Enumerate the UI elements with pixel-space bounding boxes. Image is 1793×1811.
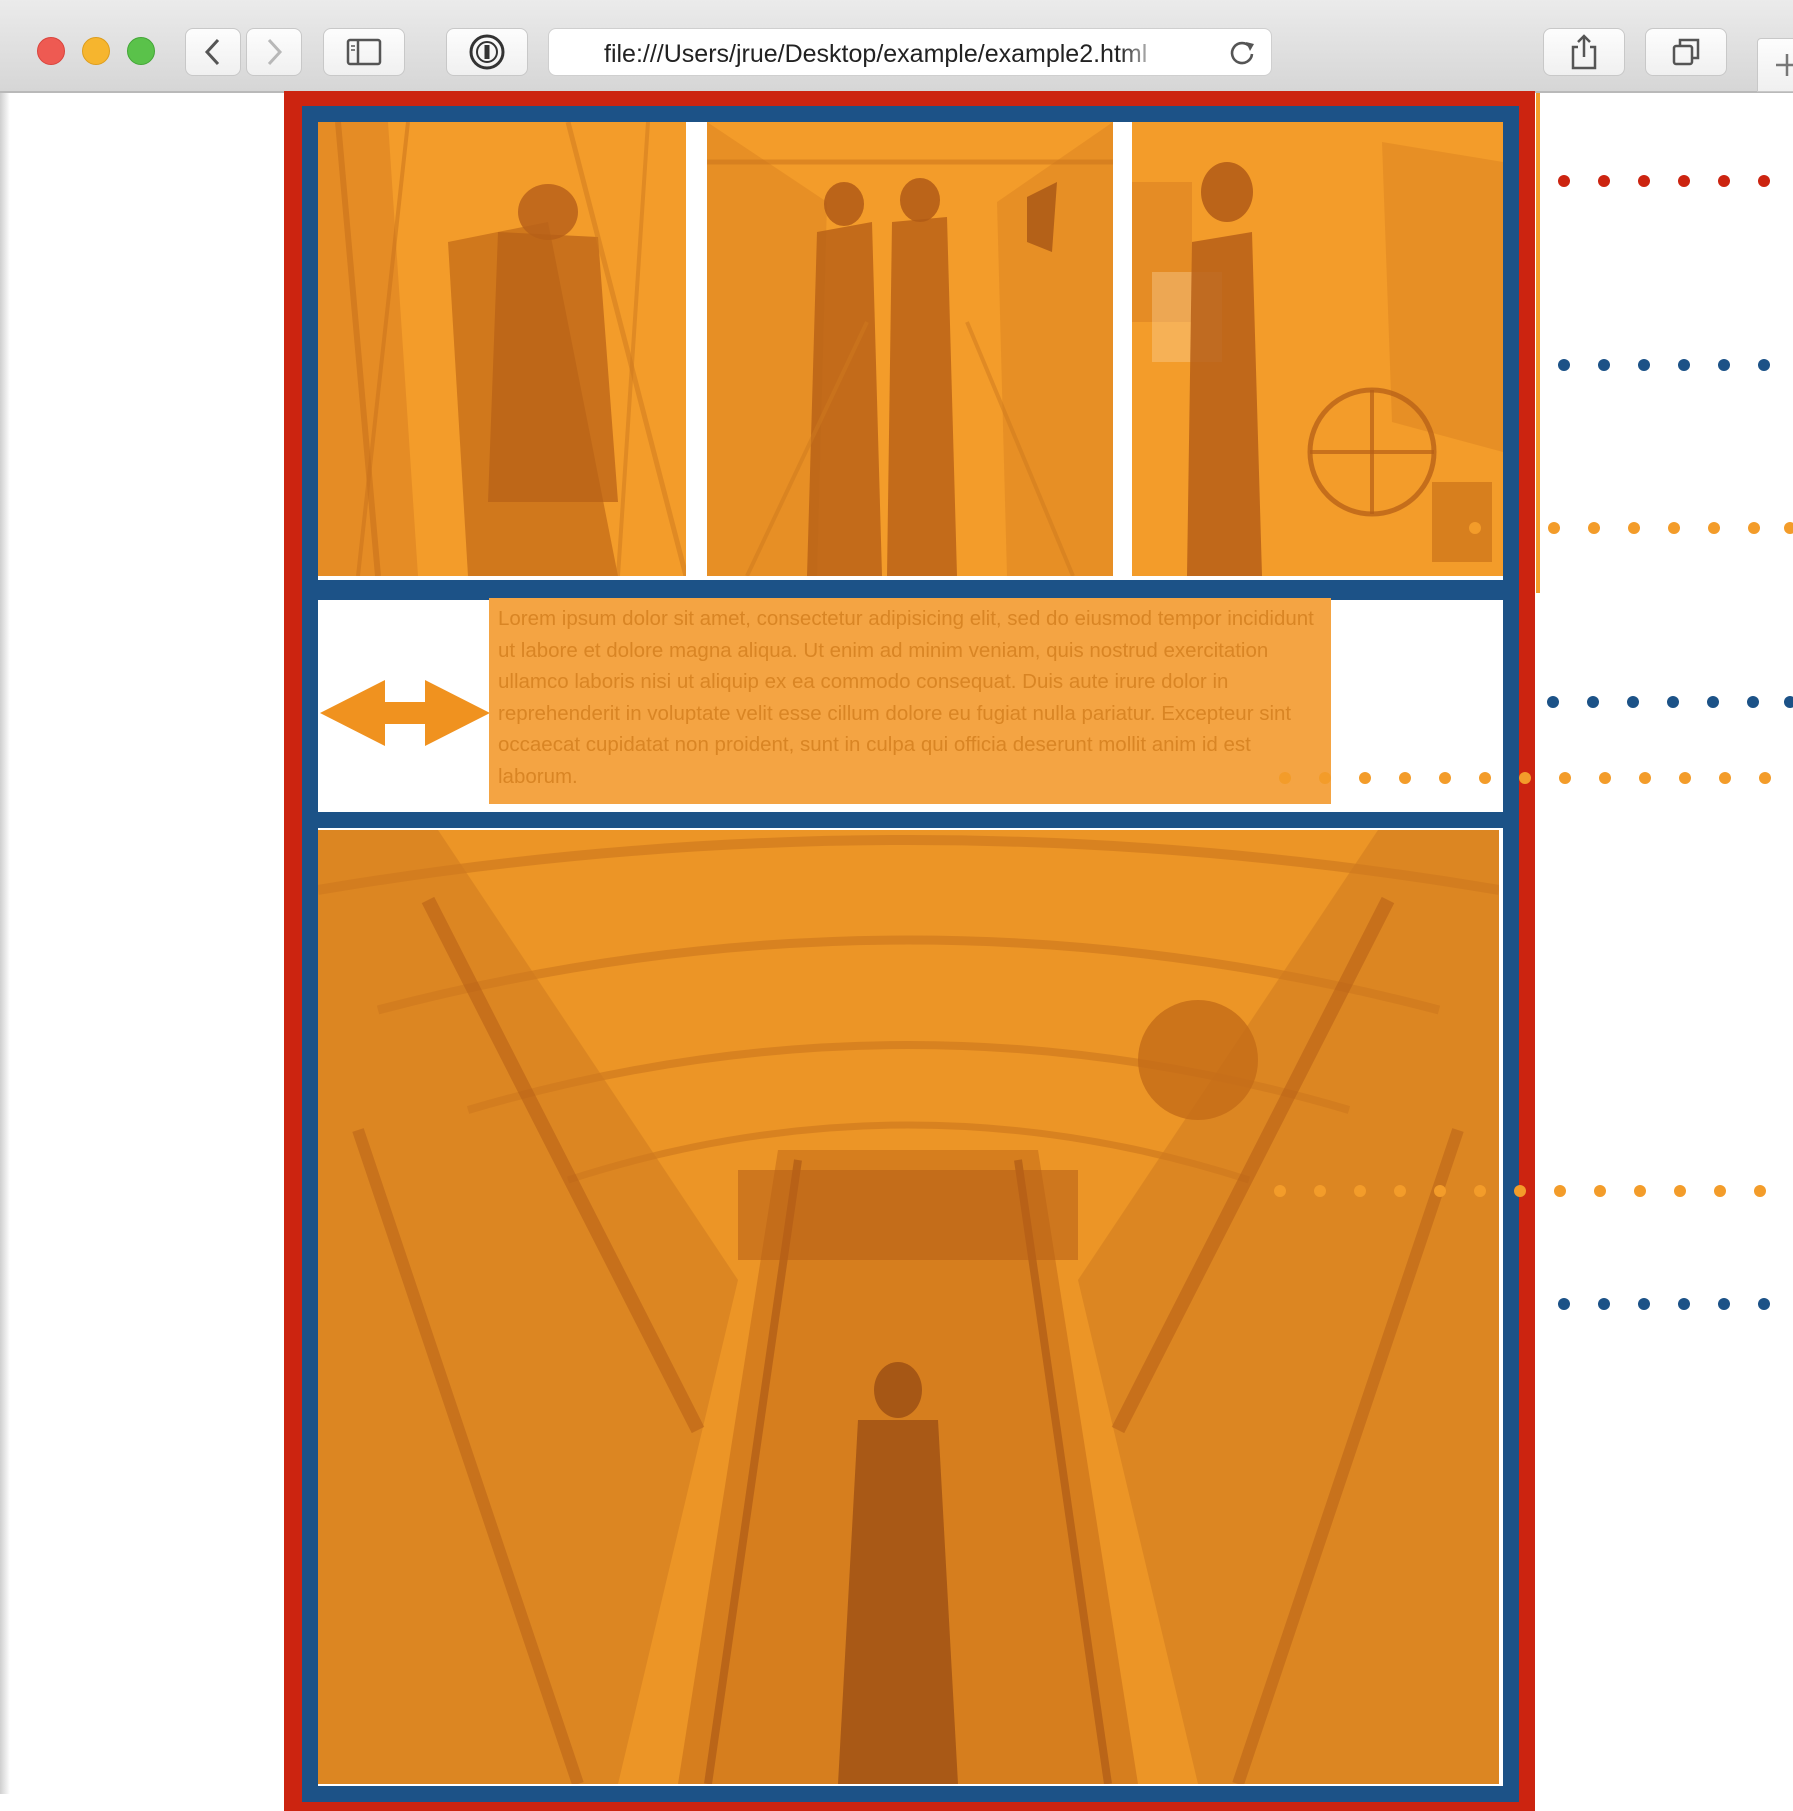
photo-airship-corridor-image [318, 830, 1499, 1784]
tabs-icon [1672, 38, 1700, 66]
callout-dots-orange [1278, 771, 1793, 785]
sidebar-button[interactable] [323, 28, 405, 76]
callout-dots-red [1557, 174, 1793, 188]
image-cell-3 [1132, 122, 1503, 576]
large-image-cell [318, 830, 1499, 1784]
back-icon [204, 38, 220, 66]
url-text: file:///Users/jrue/Desktop/example/examp… [604, 40, 1148, 68]
show-tabs-button[interactable] [1645, 28, 1727, 76]
zoom-window-button[interactable] [127, 37, 155, 65]
gutter [686, 122, 707, 576]
share-icon [1571, 34, 1597, 70]
reader-button[interactable] [446, 28, 528, 76]
gutter [1113, 122, 1132, 576]
forward-button[interactable] [246, 28, 302, 76]
callout-dots-blue [1546, 695, 1793, 709]
photo-helmsman-image [1132, 122, 1503, 576]
resize-arrow-icon [320, 680, 490, 746]
callout-dots-orange [1468, 521, 1793, 535]
forward-icon [267, 38, 283, 66]
minimize-window-button[interactable] [82, 37, 110, 65]
browser-toolbar: file:///Users/jrue/Desktop/example/examp… [0, 0, 1793, 93]
callout-dots-blue [1557, 358, 1793, 372]
reader-icon [469, 34, 505, 70]
photo-officers-image [707, 122, 1113, 576]
row-highlight-edge [1536, 93, 1540, 593]
reload-icon[interactable] [1227, 38, 1257, 68]
share-button[interactable] [1543, 28, 1625, 76]
callout-dots-blue [1557, 1297, 1793, 1311]
callout-dots-orange [1273, 1184, 1793, 1198]
address-bar[interactable]: file:///Users/jrue/Desktop/example/examp… [548, 28, 1272, 76]
image-cell-1 [318, 122, 686, 576]
back-button[interactable] [185, 28, 241, 76]
image-cell-2 [707, 122, 1113, 576]
window-left-edge [0, 93, 10, 1794]
photo-crew-member-image [318, 122, 686, 576]
close-window-button[interactable] [37, 37, 65, 65]
sidebar-icon [346, 38, 382, 66]
lorem-ipsum-text: Lorem ipsum dolor sit amet, consectetur … [489, 598, 1331, 804]
new-tab-button[interactable] [1757, 38, 1793, 92]
new-tab-icon [1776, 54, 1793, 76]
